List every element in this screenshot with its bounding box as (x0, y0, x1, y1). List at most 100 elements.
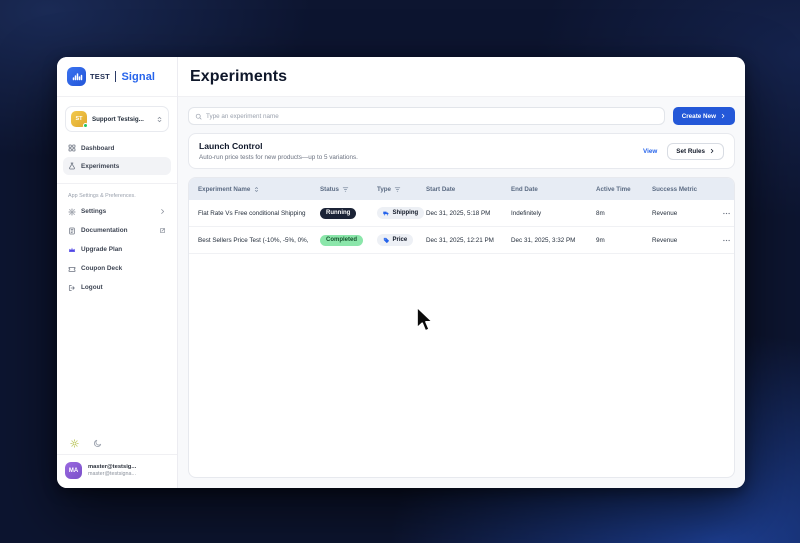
sidebar-item-logout[interactable]: Logout (63, 278, 171, 297)
brand-logo: TEST Signal (57, 57, 177, 97)
row-menu-button[interactable] (722, 236, 731, 245)
experiment-name: Flat Rate Vs Free conditional Shipping (198, 209, 306, 217)
sidebar-item-label: Settings (81, 208, 107, 215)
sidebar-settings-list: Settings Documentation Upgrade Plan Coup… (57, 202, 177, 297)
sidebar-item-documentation[interactable]: Documentation (63, 221, 171, 240)
ticket-icon (68, 266, 76, 272)
status-badge: Completed (320, 234, 364, 246)
sort-icon[interactable] (253, 186, 260, 193)
create-new-button[interactable]: Create New (672, 107, 735, 125)
user-email-secondary: master@testsigna... (88, 471, 137, 477)
column-active-time: Active Time (596, 185, 631, 193)
toolbar: Create New (188, 107, 735, 125)
chevron-right-icon (721, 113, 725, 119)
sidebar-item-label: Logout (81, 284, 103, 291)
document-icon (69, 227, 75, 234)
sidebar-item-coupon-deck[interactable]: Coupon Deck (63, 259, 171, 278)
experiment-name: Best Sellers Price Test (-10%, -5%, 0%, (198, 236, 309, 244)
active-time: 9m (596, 236, 605, 244)
start-date: Dec 31, 2025, 12:21 PM (426, 236, 494, 244)
success-metric: Revenue (652, 236, 678, 244)
status-badge: Running (320, 207, 357, 219)
table-row[interactable]: Best Sellers Price Test (-10%, -5%, 0%, … (189, 227, 734, 254)
user-email-primary: master@testsig... (88, 464, 137, 470)
price-tag-icon (383, 237, 389, 243)
table-header-row: Experiment Name Status Type Start Date E… (189, 178, 734, 200)
search-icon (195, 113, 202, 119)
end-date: Dec 31, 2025, 3:32 PM (511, 236, 576, 244)
logout-icon (68, 284, 75, 291)
column-experiment-name: Experiment Name (198, 186, 320, 193)
sidebar-item-label: Upgrade Plan (81, 246, 123, 253)
view-link[interactable]: View (643, 148, 657, 155)
theme-toggle (57, 433, 177, 454)
brand-name-right: Signal (121, 70, 156, 83)
type-badge: Shipping (377, 207, 425, 219)
launch-control-text: Launch Control Auto-run price tests for … (199, 141, 633, 161)
main-panel: Experiments Create New Launch Control Au… (178, 57, 745, 488)
end-date: Indefinitely (511, 209, 542, 217)
sidebar-item-label: Dashboard (81, 144, 115, 152)
chevron-updown-icon (157, 116, 162, 122)
sidebar-item-upgrade-plan[interactable]: Upgrade Plan (63, 240, 171, 259)
column-end-date: End Date (511, 185, 538, 193)
table-row[interactable]: Flat Rate Vs Free conditional Shipping R… (189, 200, 734, 227)
moon-icon[interactable] (93, 439, 102, 448)
experiments-table: Experiment Name Status Type Start Date E… (188, 177, 735, 478)
workspace-name: Support Testsig... (92, 115, 144, 123)
sidebar-nav: Dashboard Experiments (57, 139, 177, 184)
launch-control-subtitle: Auto-run price tests for new products—up… (199, 154, 358, 161)
sidebar-item-dashboard[interactable]: Dashboard (63, 139, 171, 157)
sidebar-item-label: Documentation (81, 227, 128, 234)
success-metric: Revenue (652, 209, 678, 217)
flask-icon (69, 162, 75, 170)
gear-icon (68, 207, 76, 216)
sidebar-item-settings[interactable]: Settings (63, 202, 171, 221)
column-success-metric: Success Metric (652, 185, 698, 193)
chevron-right-icon (710, 148, 714, 154)
sun-icon[interactable] (70, 439, 79, 448)
chevron-right-icon (159, 208, 166, 215)
sidebar-item-experiments[interactable]: Experiments (63, 157, 171, 175)
truck-icon (383, 211, 389, 216)
type-badge: Price (377, 234, 414, 246)
row-menu-button[interactable] (722, 209, 731, 218)
external-link-icon (159, 227, 166, 234)
grid-icon (68, 144, 76, 152)
active-time: 8m (596, 209, 605, 217)
sidebar-item-label: Coupon Deck (81, 265, 123, 272)
launch-control-card: Launch Control Auto-run price tests for … (188, 133, 735, 169)
filter-icon[interactable] (342, 186, 349, 193)
sidebar: TEST Signal ST Support Testsig... Dashbo… (57, 57, 178, 488)
create-new-label: Create New (681, 112, 716, 120)
launch-control-title: Launch Control (199, 141, 263, 151)
app-window: TEST Signal ST Support Testsig... Dashbo… (57, 57, 745, 488)
brand-divider (114, 71, 117, 82)
user-account[interactable]: MA master@testsig... master@testsigna... (57, 454, 177, 488)
search-box[interactable] (188, 107, 665, 125)
crown-icon (69, 247, 75, 252)
user-info: master@testsig... master@testsigna... (88, 464, 136, 477)
online-status-dot (83, 123, 88, 128)
user-avatar: MA (65, 462, 82, 479)
page-header: Experiments (178, 57, 745, 97)
ellipsis-icon (723, 212, 730, 214)
column-start-date: Start Date (426, 185, 456, 193)
search-input[interactable] (206, 112, 658, 120)
workspace-selector[interactable]: ST Support Testsig... (65, 106, 169, 132)
signal-bars-logo-icon (67, 67, 86, 86)
brand-name-left: TEST (90, 72, 110, 81)
column-type: Type (377, 186, 426, 193)
set-rules-label: Set Rules (676, 147, 705, 155)
content-area: Create New Launch Control Auto-run price… (178, 97, 745, 488)
sidebar-item-label: Experiments (81, 162, 120, 170)
column-status: Status (320, 186, 377, 193)
ellipsis-icon (723, 239, 730, 241)
filter-icon[interactable] (394, 186, 401, 193)
set-rules-button[interactable]: Set Rules (667, 142, 724, 160)
workspace-avatar: ST (71, 111, 88, 128)
start-date: Dec 31, 2025, 5:18 PM (426, 209, 491, 217)
sidebar-section-label: App Settings & Preferences. (68, 193, 136, 199)
page-title: Experiments (190, 67, 288, 85)
